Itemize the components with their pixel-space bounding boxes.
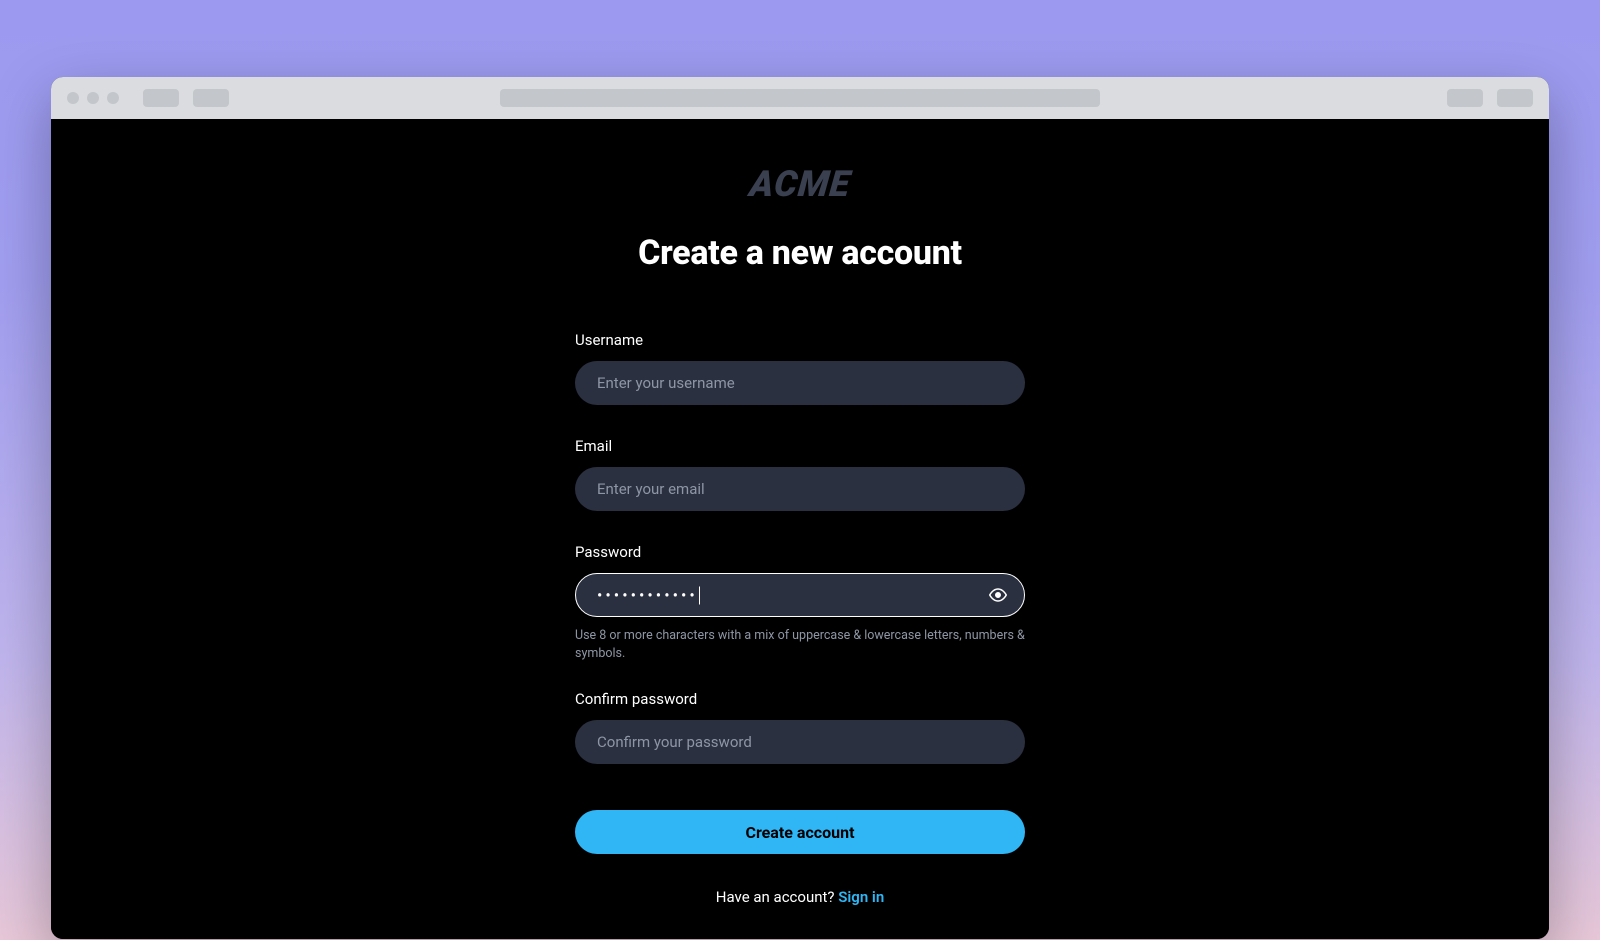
logo: ACME (748, 163, 853, 205)
footer-text: Have an account? Sign in (575, 888, 1025, 906)
username-field-group: Username (575, 331, 1025, 405)
confirm-password-field-group: Confirm password (575, 690, 1025, 764)
create-account-button[interactable]: Create account (575, 810, 1025, 854)
page-title: Create a new account (638, 233, 962, 273)
email-label: Email (575, 437, 1025, 455)
username-input-wrapper (575, 361, 1025, 405)
confirm-password-input[interactable] (575, 720, 1025, 764)
nav-buttons (143, 89, 229, 107)
traffic-light-close[interactable] (67, 92, 79, 104)
toolbar-button-2[interactable] (1497, 89, 1533, 107)
footer-prompt: Have an account? (716, 888, 838, 906)
toolbar-buttons (1447, 89, 1533, 107)
browser-chrome (51, 77, 1549, 119)
address-bar[interactable] (500, 89, 1100, 107)
signup-form: Username Email Password •••••••••••• (575, 331, 1025, 906)
password-hint: Use 8 or more characters with a mix of u… (575, 627, 1025, 662)
password-input-wrapper: •••••••••••• (575, 573, 1025, 617)
eye-icon[interactable] (989, 586, 1007, 604)
traffic-lights (67, 92, 119, 104)
password-field-group: Password •••••••••••• Use 8 or more char… (575, 543, 1025, 662)
username-label: Username (575, 331, 1025, 349)
email-field-group: Email (575, 437, 1025, 511)
email-input[interactable] (575, 467, 1025, 511)
signin-link[interactable]: Sign in (838, 888, 884, 906)
browser-window: ACME Create a new account Username Email… (51, 77, 1549, 939)
confirm-password-input-wrapper (575, 720, 1025, 764)
traffic-light-maximize[interactable] (107, 92, 119, 104)
nav-forward-button[interactable] (193, 89, 229, 107)
nav-back-button[interactable] (143, 89, 179, 107)
email-input-wrapper (575, 467, 1025, 511)
password-input[interactable] (575, 573, 1025, 617)
traffic-light-minimize[interactable] (87, 92, 99, 104)
password-label: Password (575, 543, 1025, 561)
toolbar-button-1[interactable] (1447, 89, 1483, 107)
confirm-password-label: Confirm password (575, 690, 1025, 708)
address-bar-wrapper (500, 89, 1100, 107)
username-input[interactable] (575, 361, 1025, 405)
page-content: ACME Create a new account Username Email… (51, 119, 1549, 939)
